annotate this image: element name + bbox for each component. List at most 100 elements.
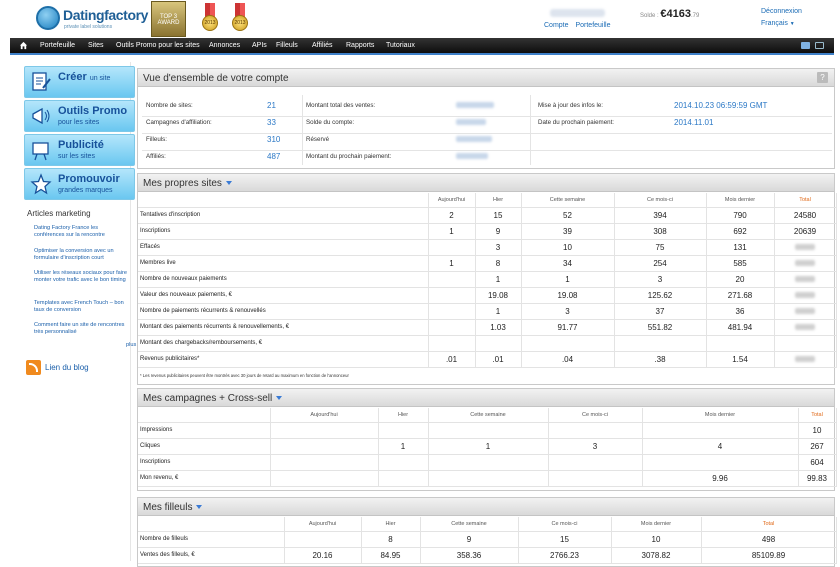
table-cell: 1.03: [475, 319, 522, 336]
table-cell: 3: [475, 239, 522, 256]
row-label: Montant des paiements récurrents & renou…: [138, 319, 429, 336]
table-cell: 8: [475, 255, 522, 272]
overview-value[interactable]: 487: [267, 152, 280, 161]
column-header: Ce mois-ci: [518, 517, 612, 532]
article-link[interactable]: Utiliser les réseaux sociaux pour faire …: [34, 270, 130, 284]
nav-item-tutoriaux[interactable]: Tutoriaux: [386, 42, 415, 49]
referrals-title-dropdown[interactable]: Mes filleuls: [143, 502, 203, 513]
column-header: Hier: [378, 408, 429, 423]
sidebar-button-creer[interactable]: Créer un site: [24, 66, 135, 98]
table-cell: [521, 335, 615, 352]
table-cell: 1: [378, 438, 429, 455]
mail-icon[interactable]: [801, 42, 810, 49]
table-cell: [378, 422, 429, 439]
table-cell: 394: [614, 207, 707, 224]
column-header: Mois dernier: [706, 193, 775, 208]
logout-link[interactable]: Déconnexion: [761, 8, 802, 15]
table-cell: [642, 454, 799, 471]
row-label: Mon revenu, €: [138, 470, 271, 487]
blurred-cell: [774, 303, 837, 320]
table-cell: 9: [475, 223, 522, 240]
overview-value: 2014.10.23 06:59:59 GMT: [674, 101, 768, 110]
table-cell: 75: [614, 239, 707, 256]
sidebar-button-outils-promo[interactable]: Outils Promo pour les sites: [24, 100, 135, 132]
sites-header: Mes propres sites: [138, 174, 834, 192]
brand-logo[interactable]: Datingfactory private label solutions: [36, 6, 148, 30]
table-cell: 52: [521, 207, 615, 224]
sites-table: Aujourd'hui Hier Cette semaine Ce mois-ci Mo…: [138, 193, 837, 368]
header-right: Déconnexion Français ▼: [761, 8, 802, 32]
more-articles-link[interactable]: plus: [126, 342, 136, 348]
screen-icon[interactable]: [815, 42, 824, 49]
table-row: Valeur des nouveaux paiements, € 19.08 19.…: [138, 287, 837, 304]
nav-item-affilies[interactable]: Affiliés: [312, 42, 333, 49]
row-label: Inscriptions: [138, 223, 429, 240]
article-link[interactable]: Comment faire un site de rencontres très…: [34, 322, 130, 336]
wallet-link[interactable]: Portefeuille: [575, 22, 610, 29]
language-select[interactable]: Français ▼: [761, 20, 802, 27]
blurred-value: [456, 102, 494, 108]
nav-item-apis[interactable]: APIs: [252, 42, 267, 49]
caret-down-icon: [196, 505, 203, 510]
home-icon[interactable]: [19, 41, 28, 50]
overview-label: Montant du prochain paiement:: [306, 153, 392, 160]
table-cell: 10: [521, 239, 615, 256]
row-label: Nombre de nouveaux paiements: [138, 271, 429, 288]
table-cell: [428, 422, 549, 439]
table-cell: [614, 335, 707, 352]
campaigns-title-dropdown[interactable]: Mes campagnes + Cross-sell: [143, 393, 283, 404]
sites-title: Mes propres sites: [143, 178, 222, 189]
nav-item-annonces[interactable]: Annonces: [209, 42, 240, 49]
column-header: Hier: [361, 517, 421, 532]
blurred-value: [456, 119, 486, 125]
column-header: Mois dernier: [642, 408, 799, 423]
sidebar-button-subtitle: sur les sites: [58, 153, 95, 160]
table-cell: .04: [521, 351, 615, 368]
sites-title-dropdown[interactable]: Mes propres sites: [143, 178, 232, 189]
table-cell: 10: [611, 531, 702, 548]
medal-icon: 2013: [202, 3, 218, 33]
referrals-header: Mes filleuls: [138, 498, 834, 516]
nav-item-portefeuille[interactable]: Portefeuille: [40, 42, 75, 49]
table-cell: [428, 470, 549, 487]
overview-value[interactable]: 21: [267, 101, 276, 110]
table-cell: 790: [706, 207, 775, 224]
help-button[interactable]: ?: [817, 72, 828, 83]
table-cell: 267: [798, 438, 837, 455]
sidebar-button-publicite[interactable]: Publicité sur les sites: [24, 134, 135, 166]
table-cell: 3: [614, 271, 707, 288]
account-link[interactable]: Compte: [544, 22, 569, 29]
article-link[interactable]: Dating Factory France les conférences su…: [34, 225, 130, 239]
sidebar-button-promouvoir[interactable]: Promouvoir grandes marques: [24, 168, 135, 200]
table-row: Inscriptions 604: [138, 454, 837, 471]
column-header: Aujourd'hui: [270, 408, 379, 423]
table-cell: 19.08: [475, 287, 522, 304]
column-header: Cette semaine: [420, 517, 519, 532]
table-row: Tentatives d'inscription 2 15 52 394 790 24580: [138, 207, 837, 224]
nav-item-sites[interactable]: Sites: [88, 42, 104, 49]
blurred-cell: [774, 287, 837, 304]
overview-value[interactable]: 310: [267, 135, 280, 144]
star-icon: [30, 173, 52, 195]
article-link[interactable]: Templates avec French Touch – bon taux d…: [34, 300, 130, 314]
top-header: Datingfactory private label solutions TO…: [0, 0, 840, 38]
table-cell: 1: [475, 271, 522, 288]
table-cell: [270, 454, 379, 471]
article-link[interactable]: Optimiser la conversion avec un formulai…: [34, 248, 130, 262]
table-cell: 24580: [774, 207, 837, 224]
table-cell: [378, 454, 429, 471]
table-cell: [642, 422, 799, 439]
overview-panel: Vue d'ensemble de votre compte ? Nombre …: [137, 68, 835, 169]
nav-item-outils-promo[interactable]: Outils Promo pour les sites: [116, 42, 200, 49]
nav-item-rapports[interactable]: Rapports: [346, 42, 374, 49]
table-cell: 131: [706, 239, 775, 256]
overview-header: Vue d'ensemble de votre compte ?: [138, 69, 834, 87]
nav-item-filleuls[interactable]: Filleuls: [276, 42, 298, 49]
row-label: Tentatives d'inscription: [138, 207, 429, 224]
overview-value[interactable]: 33: [267, 118, 276, 127]
blog-link[interactable]: Lien du blog: [26, 360, 136, 378]
balance-label: Solde :: [640, 13, 659, 19]
table-cell: [428, 319, 476, 336]
table-header-empty: [138, 193, 429, 208]
globe-logo-icon: [36, 6, 60, 30]
